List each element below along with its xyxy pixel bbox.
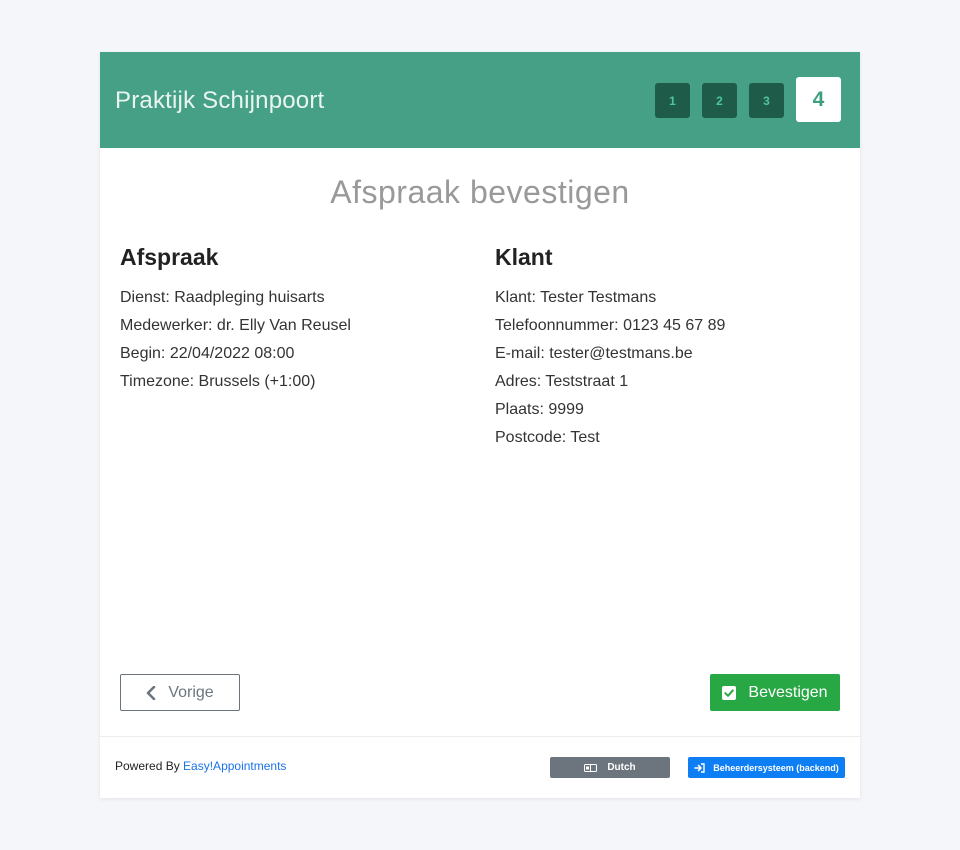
- start-line: Begin: 22/04/2022 08:00: [120, 345, 295, 362]
- chevron-left-icon: [146, 685, 156, 700]
- provider-line: Medewerker: dr. Elly Van Reusel: [120, 317, 351, 334]
- address-line: Adres: Teststraat 1: [495, 373, 629, 390]
- service-line: Dienst: Raadpleging huisarts: [120, 289, 325, 306]
- appointment-details: Afspraak Dienst: Raadpleging huisarts Me…: [120, 240, 460, 396]
- zip-line: Postcode: Test: [495, 429, 600, 446]
- customer-heading: Klant: [495, 244, 553, 270]
- step-4-active[interactable]: 4: [796, 77, 841, 122]
- powered-by-text: Powered By: [115, 759, 180, 773]
- customer-name-line: Klant: Tester Testmans: [495, 289, 657, 306]
- step-3[interactable]: 3: [749, 83, 784, 118]
- confirm-button[interactable]: Bevestigen: [710, 674, 840, 711]
- customer-details: Klant Klant: Tester Testmans Telefoonnum…: [495, 240, 840, 452]
- company-name: Praktijk Schijnpoort: [115, 87, 325, 114]
- language-label: Dutch: [607, 762, 636, 773]
- confirm-button-label: Bevestigen: [748, 683, 828, 701]
- email-line: E-mail: tester@testmans.be: [495, 345, 693, 362]
- step-1[interactable]: 1: [655, 83, 690, 118]
- footer-divider: [100, 736, 860, 737]
- step-2[interactable]: 2: [702, 83, 737, 118]
- timezone-line: Timezone: Brussels (+1:00): [120, 373, 316, 390]
- previous-button[interactable]: Vorige: [120, 674, 240, 711]
- backend-button[interactable]: Beheerdersysteem (backend): [688, 757, 845, 778]
- check-square-icon: [722, 685, 737, 700]
- booking-frame: Praktijk Schijnpoort 1 2 3 4 Afspraak be…: [100, 52, 860, 798]
- appointment-heading: Afspraak: [120, 244, 219, 270]
- previous-button-label: Vorige: [168, 683, 214, 701]
- header: Praktijk Schijnpoort 1 2 3 4: [100, 52, 860, 148]
- sign-in-icon: [694, 762, 705, 773]
- language-icon: [584, 763, 598, 772]
- powered-by: Powered By Easy!Appointments: [115, 759, 286, 773]
- powered-by-link[interactable]: Easy!Appointments: [183, 759, 286, 773]
- city-line: Plaats: 9999: [495, 401, 584, 418]
- language-button[interactable]: Dutch: [550, 757, 670, 778]
- backend-label: Beheerdersysteem (backend): [713, 762, 839, 773]
- phone-line: Telefoonnummer: 0123 45 67 89: [495, 317, 726, 334]
- page-title: Afspraak bevestigen: [330, 174, 630, 210]
